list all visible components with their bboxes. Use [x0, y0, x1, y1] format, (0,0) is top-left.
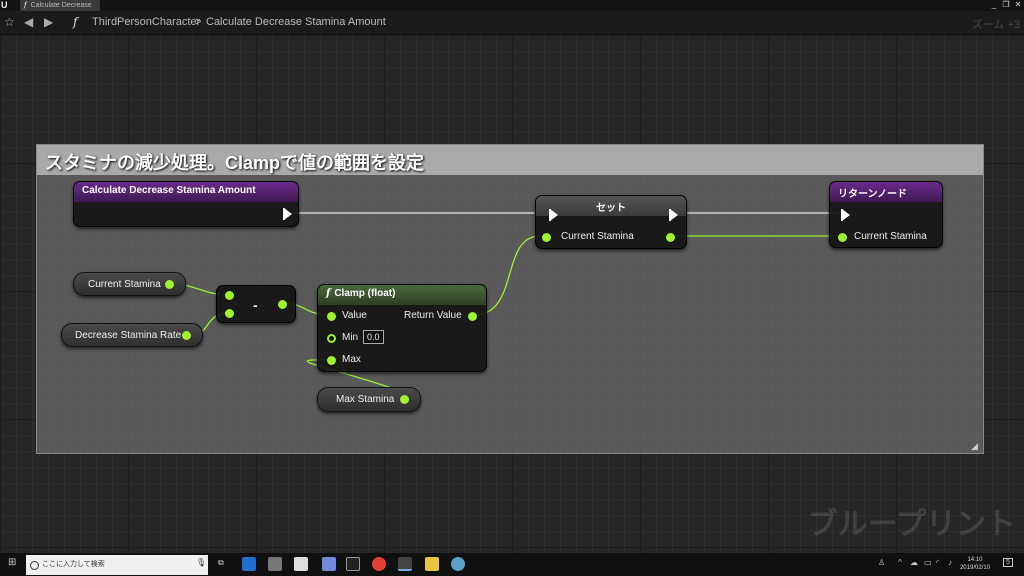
task-view-icon[interactable]: ⧉: [218, 558, 224, 568]
min-default-input[interactable]: 0.0: [363, 330, 384, 344]
a-in-pin[interactable]: [225, 291, 234, 300]
subtract-node[interactable]: -: [216, 285, 296, 323]
b-in-pin[interactable]: [225, 309, 234, 318]
value-pin-label: Value: [342, 310, 367, 321]
clock-date: 2019/02/10: [959, 565, 990, 571]
getter-label: Decrease Stamina Rate: [75, 330, 182, 341]
clock-time: 14:10: [967, 557, 983, 563]
tab-calculate-decrease[interactable]: f Calculate Decrease: [20, 0, 100, 11]
store-icon[interactable]: [268, 557, 282, 571]
unreal-logo-icon: U: [1, 0, 8, 10]
current-stamina-in-pin[interactable]: [838, 233, 847, 242]
set-node-title: セット: [596, 203, 626, 214]
exec-in-pin[interactable]: [841, 209, 850, 221]
exec-out-pin[interactable]: [669, 209, 678, 221]
clamp-title: Clamp (float): [334, 288, 396, 299]
title-bar: U f Calculate Decrease _ ❐ ✕: [0, 0, 1024, 11]
taskbar-search-input[interactable]: ここに入力して検索: [26, 555, 208, 575]
value-out-pin[interactable]: [400, 395, 409, 404]
breadcrumb-class[interactable]: ThirdPersonCharacter: [92, 16, 200, 28]
mail-icon[interactable]: [294, 557, 308, 571]
tab-label: Calculate Decrease: [30, 2, 92, 9]
windows-taskbar: ⊞ ここに入力して検索 🎙 ⧉ ♙ ^ ☁ ▭ ◜ ♪ 14:10 2019/0…: [0, 553, 1024, 576]
forward-arrow-icon[interactable]: ▶: [44, 15, 53, 29]
return-pin-label: Current Stamina: [854, 231, 927, 242]
zoom-level: ズーム +3: [971, 19, 1020, 31]
volume-icon[interactable]: ♪: [948, 558, 952, 567]
minimize-button[interactable]: _: [988, 0, 1000, 10]
getter-label: Current Stamina: [88, 279, 161, 290]
max-stamina-getter[interactable]: Max Stamina: [317, 387, 421, 412]
current-stamina-getter[interactable]: Current Stamina: [73, 272, 186, 296]
star-icon[interactable]: ☆: [4, 15, 15, 29]
microphone-icon[interactable]: 🎙: [196, 558, 206, 567]
unreal-editor-icon[interactable]: [398, 557, 412, 571]
app-icon[interactable]: [451, 557, 465, 571]
function-icon: f: [73, 15, 78, 29]
decrease-stamina-rate-getter[interactable]: Decrease Stamina Rate: [61, 323, 203, 347]
breadcrumb-bar: ☆ ◀ ▶ f ThirdPersonCharacter > Calculate…: [0, 11, 1024, 35]
function-icon: f: [24, 1, 27, 9]
blueprint-graph[interactable]: スタミナの減少処理。Clampで値の範囲を設定 ◢ Calculate Decr…: [0, 35, 1024, 553]
return-value-out-pin[interactable]: [468, 312, 477, 321]
max-in-pin[interactable]: [327, 356, 336, 365]
network-icon[interactable]: ◜: [936, 558, 939, 567]
getter-label: Max Stamina: [336, 394, 395, 405]
restore-button[interactable]: ❐: [1000, 0, 1012, 10]
return-node-title: リターンノード: [838, 189, 907, 200]
back-arrow-icon[interactable]: ◀: [24, 15, 33, 29]
exec-in-pin[interactable]: [549, 209, 558, 221]
epic-games-icon[interactable]: [346, 557, 360, 571]
cloud-icon[interactable]: ☁: [910, 558, 918, 567]
function-entry-title: Calculate Decrease Stamina Amount: [82, 185, 256, 196]
battery-icon[interactable]: ▭: [924, 558, 932, 567]
max-pin-label: Max: [342, 354, 361, 365]
discord-icon[interactable]: [322, 557, 336, 571]
breadcrumb-separator: >: [195, 16, 202, 28]
file-explorer-icon[interactable]: [425, 557, 439, 571]
show-hidden-icons[interactable]: ^: [898, 558, 902, 567]
set-node[interactable]: セット Current Stamina: [535, 195, 687, 249]
return-node[interactable]: リターンノード Current Stamina: [829, 181, 943, 248]
function-icon: f: [326, 288, 331, 299]
set-pin-label: Current Stamina: [561, 231, 634, 242]
breadcrumb-function[interactable]: Calculate Decrease Stamina Amount: [206, 16, 386, 28]
min-in-pin[interactable]: [327, 334, 336, 343]
current-stamina-out-pin[interactable]: [666, 233, 675, 242]
people-icon[interactable]: ♙: [878, 558, 885, 567]
clamp-float-node[interactable]: f Clamp (float) Value Min 0.0 Max Return …: [317, 284, 487, 372]
value-out-pin[interactable]: [165, 280, 174, 289]
close-button[interactable]: ✕: [1012, 0, 1024, 10]
return-value-label: Return Value: [404, 310, 462, 321]
taskbar-clock[interactable]: 14:10 2019/02/10: [960, 556, 990, 572]
value-in-pin[interactable]: [327, 312, 336, 321]
blueprint-watermark: ブループリント: [807, 508, 1016, 541]
current-stamina-in-pin[interactable]: [542, 233, 551, 242]
notification-center-icon[interactable]: 5: [1003, 558, 1013, 567]
function-entry-node[interactable]: Calculate Decrease Stamina Amount: [73, 181, 299, 227]
value-out-pin[interactable]: [182, 331, 191, 340]
subtract-operator: -: [253, 297, 258, 313]
windows-start-icon[interactable]: ⊞: [8, 557, 16, 568]
result-out-pin[interactable]: [278, 300, 287, 309]
exec-out-pin[interactable]: [283, 208, 292, 220]
min-pin-label: Min: [342, 332, 359, 343]
chrome-icon[interactable]: [372, 557, 386, 571]
edge-icon[interactable]: [242, 557, 256, 571]
